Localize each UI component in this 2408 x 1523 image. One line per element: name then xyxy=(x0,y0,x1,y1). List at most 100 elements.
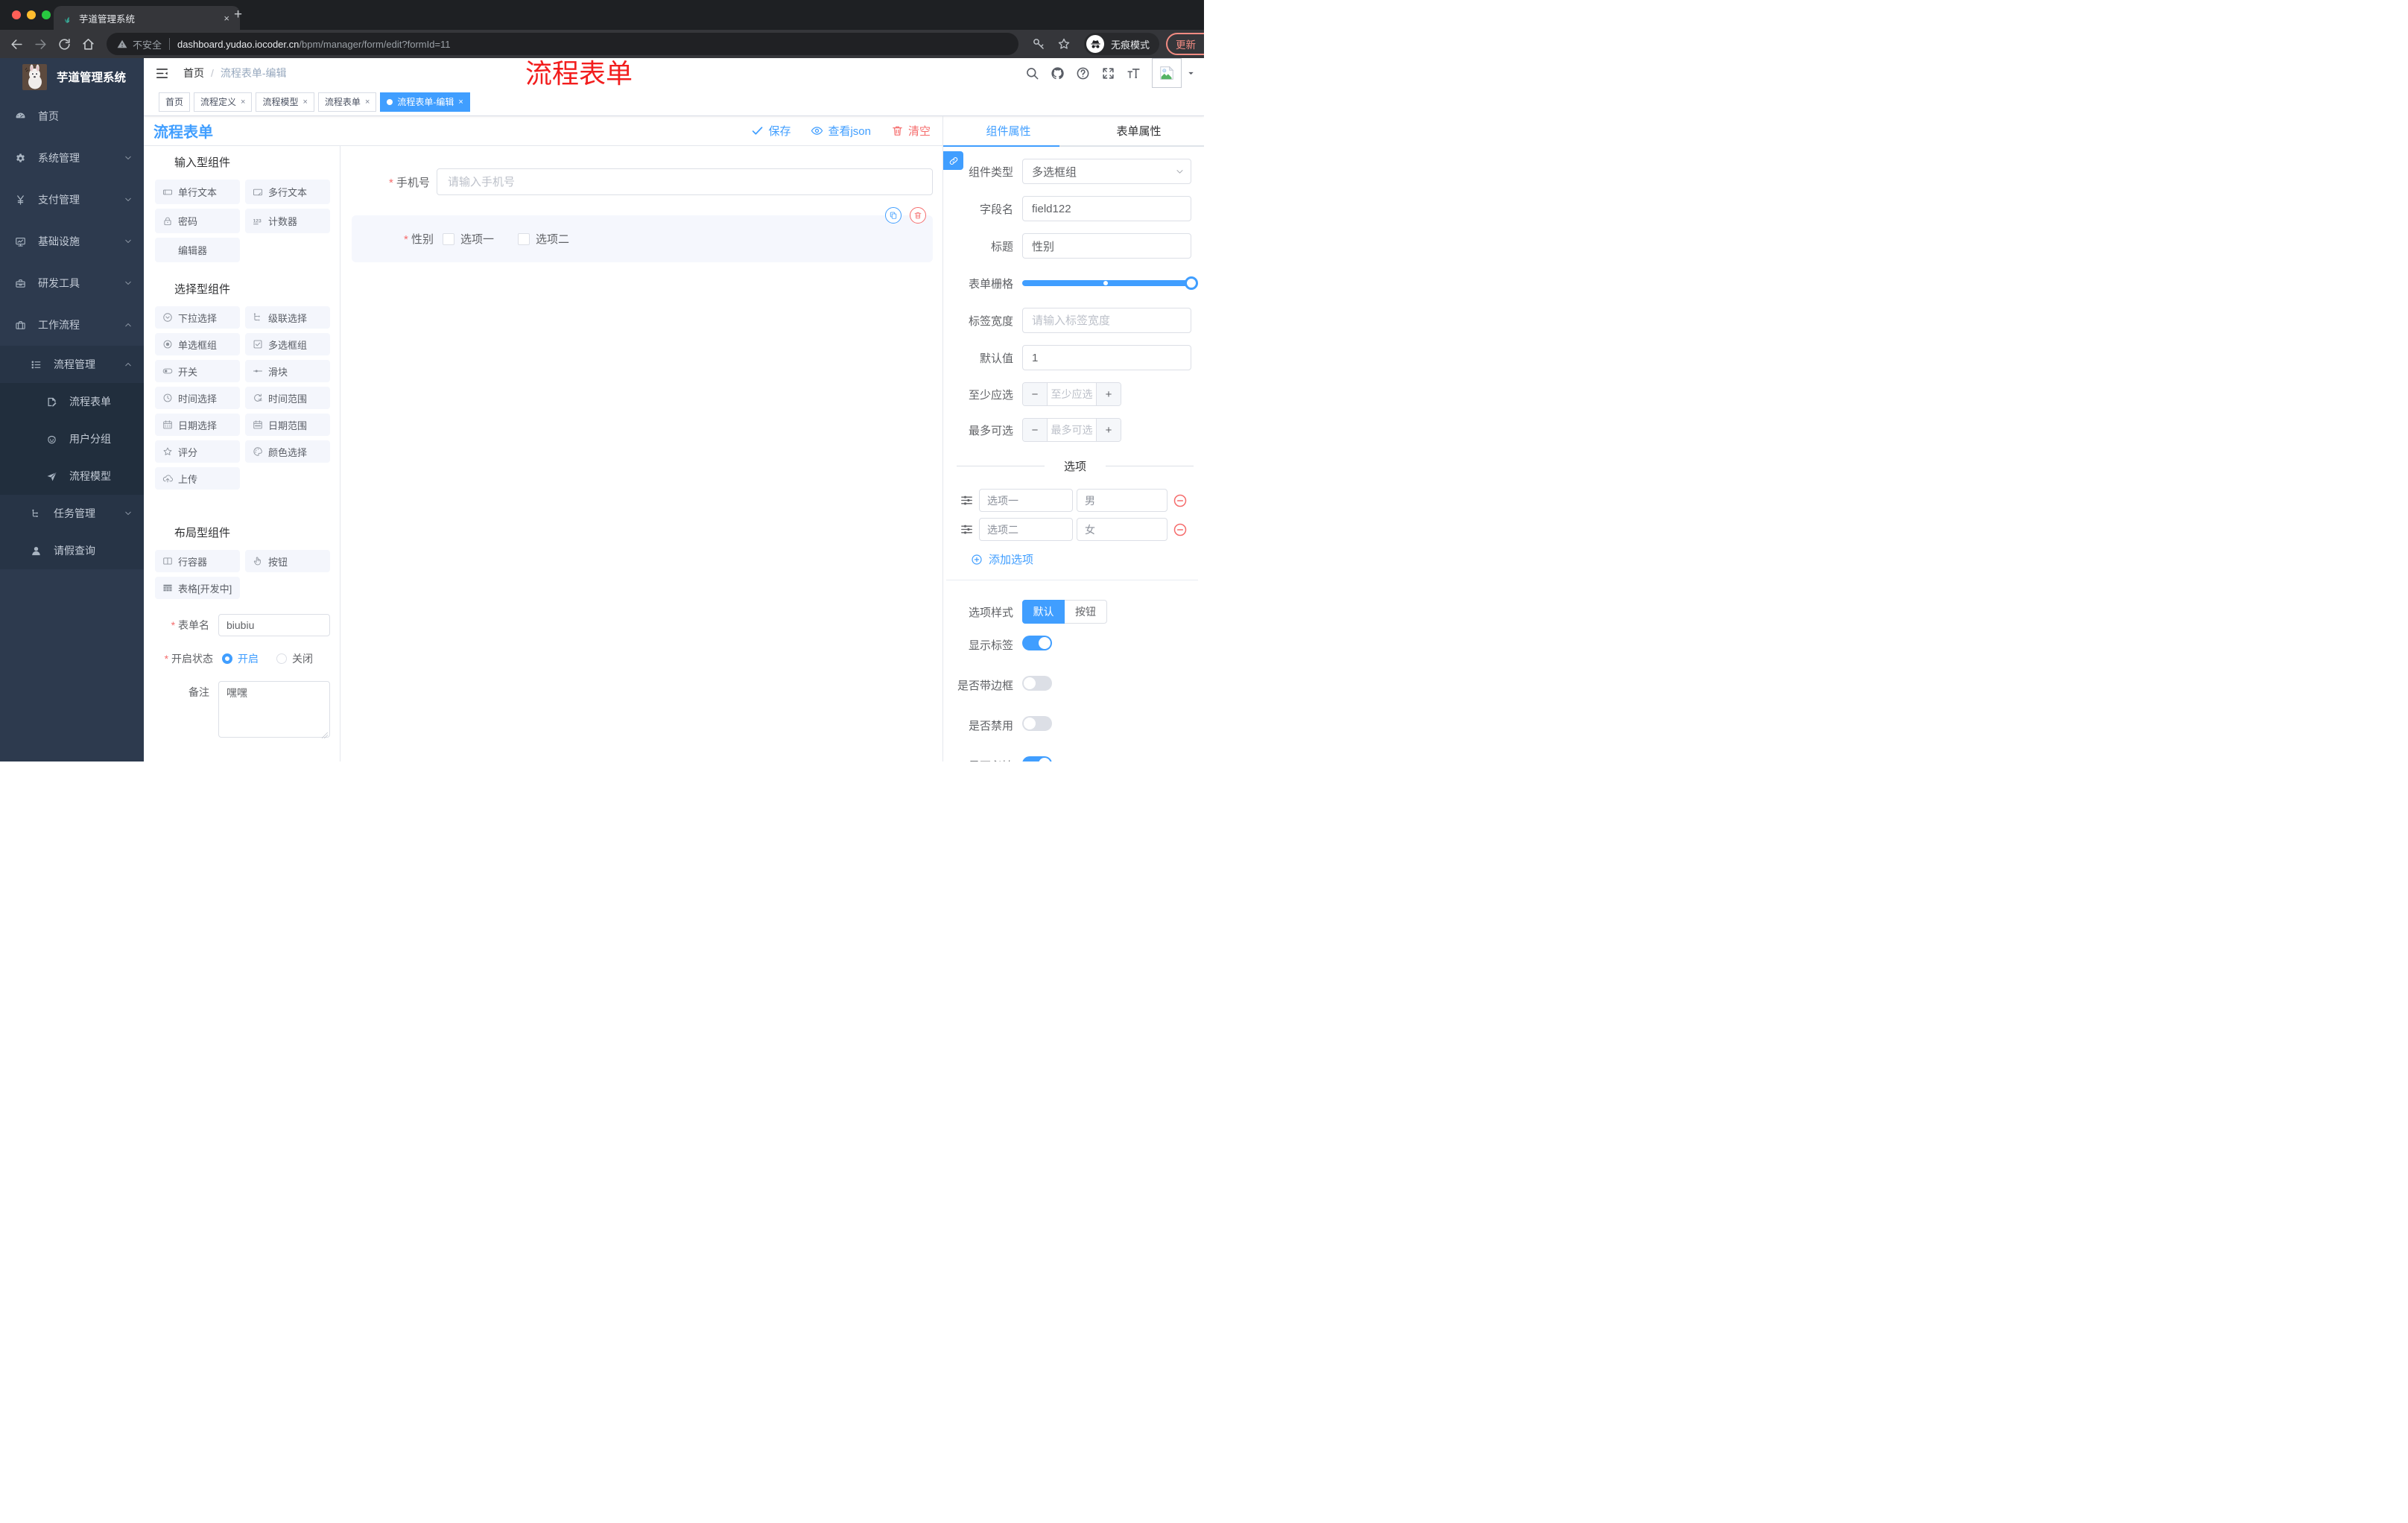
palette-item-日期范围[interactable]: 日期范围 xyxy=(245,414,330,436)
panel-tab-组件属性[interactable]: 组件属性 xyxy=(943,116,1074,145)
breadcrumb-home[interactable]: 首页 xyxy=(183,66,204,80)
default-value-input[interactable] xyxy=(1022,345,1191,370)
palette-item-密码[interactable]: 密码 xyxy=(155,209,240,233)
palette-item-时间范围[interactable]: 时间范围 xyxy=(245,387,330,409)
palette-item-开关[interactable]: 开关 xyxy=(155,360,240,382)
palette-item-滑块[interactable]: 滑块 xyxy=(245,360,330,382)
copy-component-button[interactable] xyxy=(885,207,902,224)
help-icon[interactable] xyxy=(1076,66,1090,80)
palette-item-上传[interactable]: 上传 xyxy=(155,467,240,490)
clear-button[interactable]: 清空 xyxy=(891,123,931,139)
gender-option-选项一[interactable]: 选项一 xyxy=(443,231,494,247)
save-button[interactable]: 保存 xyxy=(751,123,790,139)
component-type-select[interactable]: 多选框组 xyxy=(1022,159,1191,184)
form-name-input[interactable] xyxy=(218,614,330,636)
style-option-按钮[interactable]: 按钮 xyxy=(1065,600,1107,624)
min-select-placeholder[interactable]: 至少应选 xyxy=(1048,383,1096,405)
palette-item-时间选择[interactable]: 时间选择 xyxy=(155,387,240,409)
max-select-placeholder[interactable]: 最多可选 xyxy=(1048,419,1096,441)
palette-item-表格[开发中][interactable]: 表格[开发中] xyxy=(155,577,240,599)
toggle-显示标签[interactable] xyxy=(1022,636,1052,650)
stepper-minus-button[interactable]: − xyxy=(1023,383,1048,405)
github-icon[interactable] xyxy=(1051,66,1065,80)
page-tab-流程定义[interactable]: 流程定义 × xyxy=(194,92,253,112)
toggle-是否必填[interactable] xyxy=(1022,756,1052,762)
new-tab-button[interactable]: + xyxy=(234,7,242,22)
sidebar-item-用户分组[interactable]: 用户分组 xyxy=(0,420,144,457)
palette-item-多行文本[interactable]: 多行文本 xyxy=(245,180,330,204)
link-tag[interactable] xyxy=(943,151,963,170)
option-value-input[interactable] xyxy=(1077,489,1167,512)
remove-option-button[interactable] xyxy=(1173,493,1188,508)
sidebar-item-研发工具[interactable]: 研发工具 xyxy=(0,262,144,304)
selected-component[interactable]: 性别 选项一 选项二 xyxy=(352,207,933,262)
option-label-input[interactable] xyxy=(979,518,1073,541)
sidebar-item-系统管理[interactable]: 系统管理 xyxy=(0,137,144,179)
sidebar-item-流程表单[interactable]: 流程表单 xyxy=(0,383,144,420)
close-icon[interactable]: × xyxy=(302,98,307,107)
style-option-默认[interactable]: 默认 xyxy=(1022,600,1065,624)
browser-tab[interactable]: 芋道管理系统 × xyxy=(54,6,240,30)
palette-item-日期选择[interactable]: 日期选择 xyxy=(155,414,240,436)
close-icon[interactable]: × xyxy=(458,98,463,107)
gender-option-选项二[interactable]: 选项二 xyxy=(518,231,569,247)
palette-item-级联选择[interactable]: 级联选择 xyxy=(245,306,330,329)
search-icon[interactable] xyxy=(1025,66,1039,80)
drag-handle-icon[interactable] xyxy=(960,522,974,536)
add-option-button[interactable]: 添加选项 xyxy=(971,551,1204,567)
back-icon[interactable] xyxy=(10,37,24,51)
drag-handle-icon[interactable] xyxy=(960,493,974,507)
palette-item-多选框组[interactable]: 多选框组 xyxy=(245,333,330,355)
toggle-是否带边框[interactable] xyxy=(1022,676,1052,691)
reload-icon[interactable] xyxy=(57,37,72,51)
delete-component-button[interactable] xyxy=(910,207,926,224)
password-key-icon[interactable] xyxy=(1032,37,1045,51)
sidebar-item-流程模型[interactable]: 流程模型 xyxy=(0,457,144,495)
update-browser-button[interactable]: 更新 ⋮ xyxy=(1166,33,1204,55)
bookmark-star-icon[interactable] xyxy=(1057,37,1071,51)
palette-item-按钮[interactable]: 按钮 xyxy=(245,550,330,572)
app-logo[interactable]: 芋道管理系统 xyxy=(0,58,144,95)
palette-item-编辑器[interactable]: 编辑器 xyxy=(155,238,240,262)
option-value-input[interactable] xyxy=(1077,518,1167,541)
close-icon[interactable]: × xyxy=(365,98,370,107)
home-icon[interactable] xyxy=(81,37,95,51)
status-radio-开启[interactable]: 开启 xyxy=(222,651,259,666)
title-input[interactable] xyxy=(1022,233,1191,259)
option-label-input[interactable] xyxy=(979,489,1073,512)
forward-icon[interactable] xyxy=(34,37,48,51)
window-close-button[interactable] xyxy=(12,10,21,19)
slider-track[interactable] xyxy=(1022,276,1198,290)
field-name-input[interactable] xyxy=(1022,196,1191,221)
palette-item-评分[interactable]: 评分 xyxy=(155,440,240,463)
phone-field-input[interactable] xyxy=(437,168,933,195)
sidebar-item-支付管理[interactable]: 支付管理 xyxy=(0,179,144,221)
remark-textarea[interactable]: 嘿嘿 xyxy=(218,681,330,738)
checkbox-icon[interactable] xyxy=(518,232,530,245)
tab-close-icon[interactable]: × xyxy=(221,13,232,24)
palette-item-颜色选择[interactable]: 颜色选择 xyxy=(245,440,330,463)
slider-handle[interactable] xyxy=(1185,276,1198,290)
toggle-是否禁用[interactable] xyxy=(1022,716,1052,731)
sidebar-item-工作流程[interactable]: 工作流程 xyxy=(0,304,144,346)
fullscreen-icon[interactable] xyxy=(1101,66,1115,80)
address-bar[interactable]: 不安全 dashboard.yudao.iocoder.cn /bpm/mana… xyxy=(107,33,1018,55)
stepper-plus-button[interactable]: + xyxy=(1096,383,1121,405)
palette-item-下拉选择[interactable]: 下拉选择 xyxy=(155,306,240,329)
window-minimize-button[interactable] xyxy=(27,10,36,19)
page-tab-流程模型[interactable]: 流程模型 × xyxy=(256,92,314,112)
stepper-minus-button[interactable]: − xyxy=(1023,419,1048,441)
label-width-input[interactable] xyxy=(1022,308,1191,333)
palette-item-计数器[interactable]: 123 计数器 xyxy=(245,209,330,233)
sidebar-item-首页[interactable]: 首页 xyxy=(0,95,144,137)
sidebar-item-任务管理[interactable]: 任务管理 xyxy=(0,495,144,532)
avatar-caret-icon[interactable] xyxy=(1187,69,1195,77)
page-tab-流程表单[interactable]: 流程表单 × xyxy=(317,92,377,112)
view-json-button[interactable]: 查看json xyxy=(811,123,871,139)
sidebar-item-流程管理[interactable]: 流程管理 xyxy=(0,346,144,383)
page-tab-首页[interactable]: 首页 xyxy=(159,92,191,112)
palette-item-行容器[interactable]: 行容器 xyxy=(155,550,240,572)
font-size-icon[interactable] xyxy=(1127,66,1141,80)
avatar[interactable] xyxy=(1152,58,1182,88)
checkbox-icon[interactable] xyxy=(443,232,454,245)
